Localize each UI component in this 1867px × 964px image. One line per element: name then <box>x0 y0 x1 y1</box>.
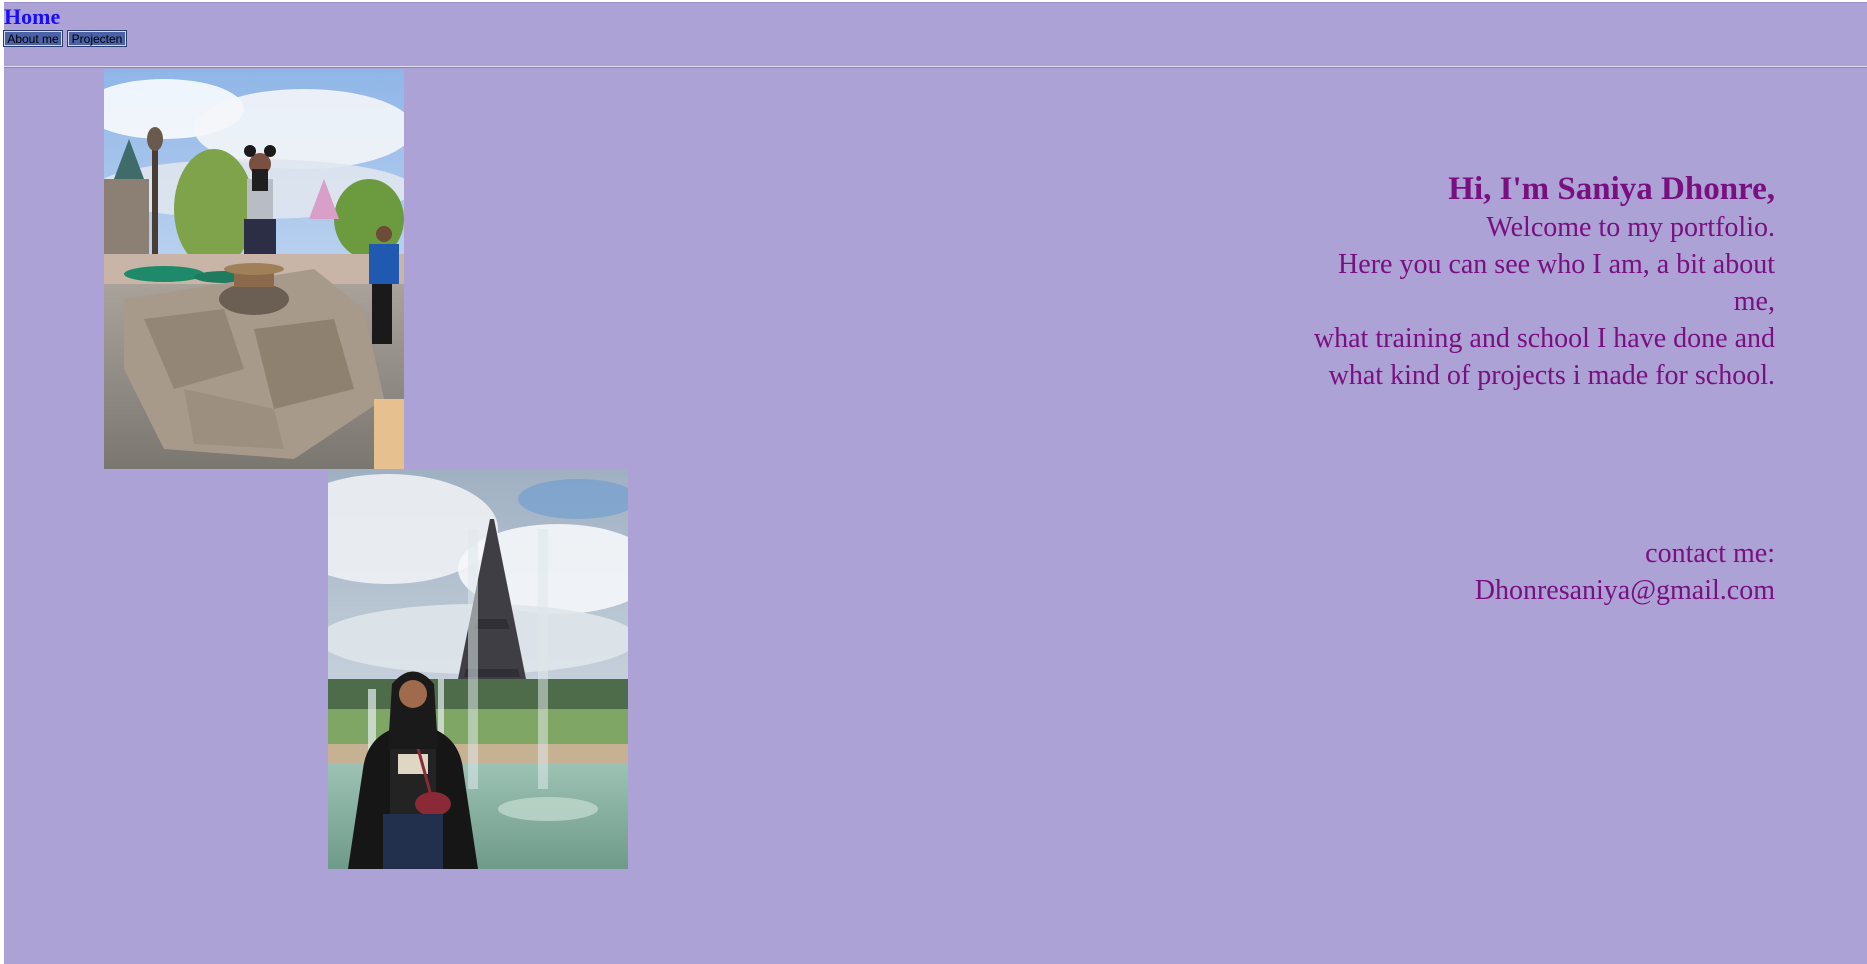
header-divider <box>4 66 1867 68</box>
nav-bar: About me Projecten <box>3 30 127 47</box>
photo-eiffel-tower <box>328 469 628 869</box>
intro-line-welcome: Welcome to my portfolio. <box>1486 212 1775 243</box>
projecten-button[interactable]: Projecten <box>67 30 127 47</box>
home-link[interactable]: Home <box>4 3 60 31</box>
about-me-button[interactable]: About me <box>3 30 63 47</box>
intro-line-training: what training and school I have done and <box>1313 323 1775 354</box>
contact-email: Dhonresaniya@gmail.com <box>1474 575 1775 606</box>
greeting-heading: Hi, I'm Saniya Dhonre, <box>1448 171 1775 207</box>
photo-disneyland <box>104 69 404 469</box>
intro-text: Hi, I'm Saniya Dhonre, Welcome to my por… <box>1305 169 1775 394</box>
contact-label: contact me: <box>1645 538 1775 569</box>
contact-block: contact me: Dhonresaniya@gmail.com <box>1305 535 1775 609</box>
intro-line-projects: what kind of projects i made for school. <box>1328 360 1775 391</box>
intro-line-about: Here you can see who I am, a bit about m… <box>1338 249 1775 317</box>
page-background: Home About me Projecten Hi, I'm Saniya D… <box>3 2 1867 964</box>
